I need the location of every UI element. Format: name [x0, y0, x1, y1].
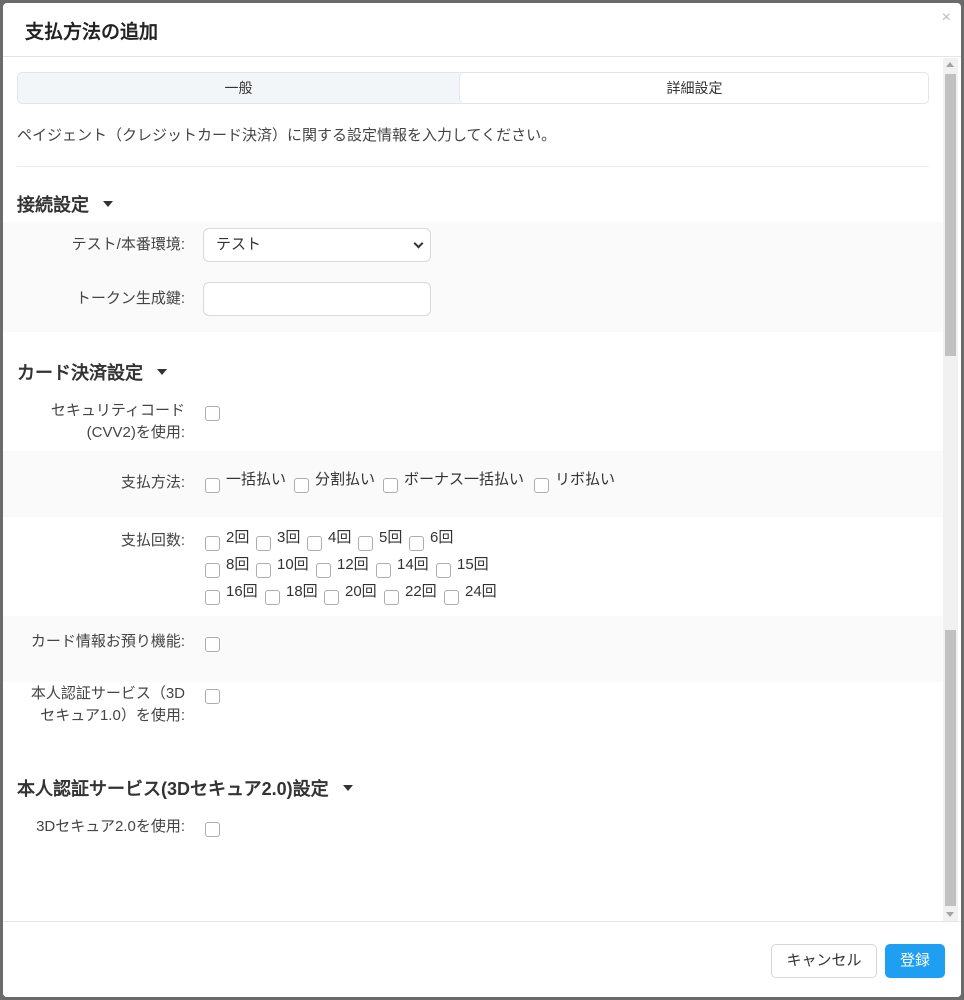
- installment-20-checkbox[interactable]: [324, 590, 339, 605]
- card-storage-label: カード情報お預り機能:: [30, 633, 185, 650]
- divider: [17, 166, 929, 167]
- installment-16-label: 16回: [226, 583, 258, 600]
- cvv-checkbox[interactable]: [205, 406, 220, 421]
- caret-down-icon: [103, 201, 113, 208]
- env-label: テスト/本番環境:: [71, 236, 185, 253]
- dialog-footer: キャンセル 登録: [3, 921, 961, 997]
- installment-18-checkbox[interactable]: [265, 590, 280, 605]
- installment-3-checkbox[interactable]: [256, 536, 271, 551]
- env-select[interactable]: テスト: [203, 228, 431, 262]
- installment-24-label: 24回: [465, 583, 497, 600]
- token-input[interactable]: [203, 282, 431, 316]
- chevron-down-icon: [413, 238, 424, 249]
- installment-8-checkbox[interactable]: [205, 563, 220, 578]
- payment-revolving-checkbox[interactable]: [534, 478, 549, 493]
- scroll-down-icon[interactable]: [946, 912, 954, 917]
- installment-14-label: 14回: [397, 556, 429, 573]
- tab-advanced-settings[interactable]: 詳細設定: [459, 73, 928, 103]
- section-card-title: カード決済設定: [17, 363, 143, 383]
- installment-18-label: 18回: [286, 583, 318, 600]
- installment-14-checkbox[interactable]: [376, 563, 391, 578]
- installment-12-label: 12回: [337, 556, 369, 573]
- installment-5-checkbox[interactable]: [358, 536, 373, 551]
- secure10-label-line2: セキュア1.0）を使用:: [40, 707, 185, 724]
- installment-24-checkbox[interactable]: [444, 590, 459, 605]
- installment-20-label: 20回: [345, 583, 377, 600]
- installment-10-checkbox[interactable]: [256, 563, 271, 578]
- payment-revolving-label: リボ払い: [555, 471, 616, 488]
- section-connection-settings[interactable]: 接続設定: [17, 191, 113, 217]
- installment-16-checkbox[interactable]: [205, 590, 220, 605]
- secure10-label-line1: 本人認証サービス（3D: [30, 685, 185, 702]
- secure10-checkbox[interactable]: [205, 689, 220, 704]
- installment-15-checkbox[interactable]: [436, 563, 451, 578]
- installment-5-label: 5回: [379, 529, 403, 546]
- cvv-label-line2: (CVV2)を使用:: [86, 424, 185, 441]
- installment-3-label: 3回: [277, 529, 301, 546]
- installment-10-label: 10回: [277, 556, 309, 573]
- scroll-up-icon[interactable]: [946, 62, 954, 67]
- description-text: ペイジェント（クレジットカード決済）に関する設定情報を入力してください。: [17, 127, 557, 144]
- add-payment-method-dialog: 支払方法の追加 × 一般 詳細設定 ペイジェント（クレジットカード決済）に関する…: [3, 3, 961, 997]
- payment-bonus-checkbox[interactable]: [383, 478, 398, 493]
- save-button[interactable]: 登録: [885, 944, 945, 978]
- close-icon[interactable]: ×: [942, 9, 951, 27]
- section-card-settings[interactable]: カード決済設定: [17, 359, 167, 385]
- installment-15-label: 15回: [457, 556, 489, 573]
- installment-22-label: 22回: [405, 583, 437, 600]
- secure2-use-checkbox[interactable]: [205, 822, 220, 837]
- env-select-value: テスト: [216, 236, 262, 253]
- section-3dsecure2-title: 本人認証サービス(3Dセキュア2.0)設定: [17, 779, 329, 799]
- installment-22-checkbox[interactable]: [384, 590, 399, 605]
- installment-6-checkbox[interactable]: [409, 536, 424, 551]
- card-storage-checkbox[interactable]: [205, 637, 220, 652]
- tab-bar: 一般 詳細設定: [17, 72, 929, 104]
- installment-6-label: 6回: [430, 529, 454, 546]
- scrollbar-thumb-lower[interactable]: [945, 630, 956, 906]
- installment-2-checkbox[interactable]: [205, 536, 220, 551]
- dialog-title: 支払方法の追加: [25, 22, 159, 43]
- token-label: トークン生成鍵:: [75, 290, 185, 307]
- secure2-use-label: 3Dセキュア2.0を使用:: [36, 818, 185, 835]
- scrollbar-thumb[interactable]: [945, 74, 956, 356]
- installment-2-label: 2回: [226, 529, 250, 546]
- installments-label: 支払回数:: [120, 532, 185, 549]
- payment-lump-sum-checkbox[interactable]: [205, 478, 220, 493]
- installment-4-label: 4回: [328, 529, 352, 546]
- vertical-scrollbar[interactable]: [943, 58, 958, 921]
- payment-bonus-label: ボーナス一括払い: [404, 471, 525, 488]
- caret-down-icon: [157, 369, 167, 376]
- section-connection-title: 接続設定: [17, 195, 89, 215]
- installment-8-label: 8回: [226, 556, 250, 573]
- payment-installment-checkbox[interactable]: [294, 478, 309, 493]
- payment-lump-sum-label: 一括払い: [226, 471, 287, 488]
- installment-4-checkbox[interactable]: [307, 536, 322, 551]
- installment-12-checkbox[interactable]: [316, 563, 331, 578]
- cancel-button[interactable]: キャンセル: [771, 944, 877, 978]
- payment-method-label: 支払方法:: [120, 474, 185, 491]
- dialog-body[interactable]: 一般 詳細設定 ペイジェント（クレジットカード決済）に関する設定情報を入力してく…: [3, 58, 943, 921]
- cvv-label-line1: セキュリティコード: [50, 402, 185, 419]
- payment-installment-label: 分割払い: [315, 471, 376, 488]
- tab-general[interactable]: 一般: [18, 73, 459, 103]
- caret-down-icon: [342, 785, 353, 792]
- section-3dsecure2-settings[interactable]: 本人認証サービス(3Dセキュア2.0)設定: [17, 775, 353, 801]
- dialog-header: 支払方法の追加 ×: [3, 3, 961, 57]
